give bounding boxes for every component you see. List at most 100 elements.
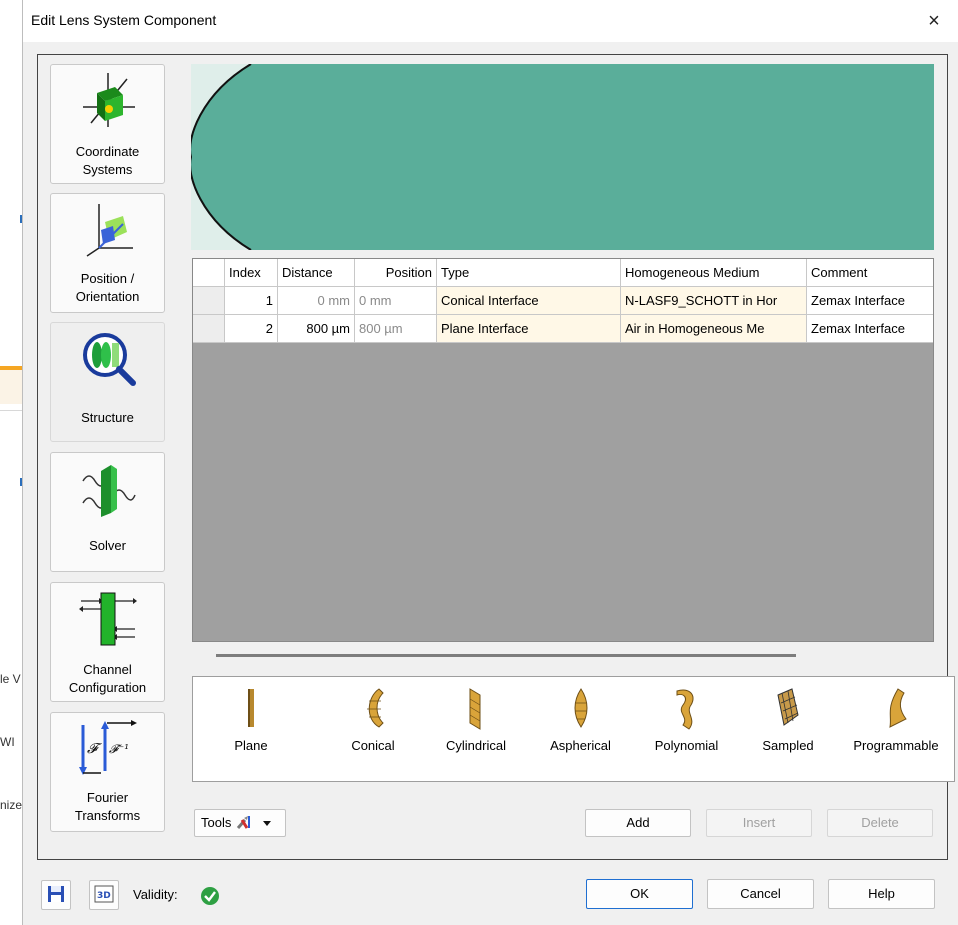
column-header[interactable]: Distance — [278, 259, 355, 287]
table-row[interactable]: 1 0 mm 0 mm Conical Interface N-LASF9_SC… — [193, 287, 933, 315]
chevron-down-icon — [262, 821, 271, 826]
cell-position: 800 µm — [355, 315, 437, 343]
insert-button[interactable]: Insert — [706, 809, 812, 837]
add-button[interactable]: Add — [585, 809, 691, 837]
fourier-transforms-icon: 𝓕 𝓕⁻¹ — [79, 720, 137, 775]
3d-view-icon: 3D — [94, 885, 114, 903]
cell-type[interactable]: Plane Interface — [437, 315, 621, 343]
background-selected-band — [0, 370, 22, 404]
nav-channel-configuration[interactable]: Channel Configuration — [50, 582, 165, 702]
channel-configuration-icon — [79, 592, 137, 646]
nav-label: Channel — [83, 662, 132, 677]
horizontal-scrollbar-thumb[interactable] — [216, 654, 796, 657]
cylindrical-surface-icon — [469, 688, 481, 730]
nav-coordinate-systems[interactable]: Coordinate Systems — [50, 64, 165, 184]
programmable-surface-icon — [889, 688, 907, 728]
background-text: le V — [0, 672, 21, 686]
title-bar[interactable]: Edit Lens System Component × — [23, 0, 958, 42]
background-text: nize — [0, 798, 22, 812]
row-selector[interactable] — [193, 287, 225, 315]
surface-plane[interactable]: Plane — [221, 677, 281, 781]
cell-distance[interactable]: 800 µm — [278, 315, 355, 343]
cell-medium[interactable]: Air in Homogeneous Me — [621, 315, 807, 343]
nav-solver[interactable]: Solver — [50, 452, 165, 572]
nav-label: Coordinate — [75, 144, 140, 159]
table-header: Index Distance Position Type Homogeneous… — [193, 259, 933, 287]
surface-label: Sampled — [762, 738, 814, 753]
tools-menu-button[interactable]: Tools — [194, 809, 286, 837]
surface-label: Conical — [351, 738, 395, 753]
nav-position-orientation[interactable]: Position / Orientation — [50, 193, 165, 313]
cell-comment[interactable]: Zemax Interface — [807, 287, 933, 315]
row-header-corner — [193, 259, 225, 287]
inverse-fourier-symbol: 𝓕⁻¹ — [109, 742, 129, 756]
svg-text:3D: 3D — [97, 891, 111, 901]
save-icon — [48, 886, 64, 902]
solver-icon — [82, 465, 136, 517]
fourier-symbol: 𝓕 — [87, 741, 102, 757]
coordinate-systems-icon — [83, 73, 135, 127]
category-nav: Coordinate Systems Position / Orientatio… — [46, 62, 169, 856]
save-button[interactable] — [41, 880, 71, 910]
surface-programmable[interactable]: Programmable — [837, 677, 955, 781]
conical-surface-icon — [367, 688, 384, 728]
lens-shape — [191, 64, 934, 250]
cell-index: 1 — [225, 287, 278, 315]
dialog-title: Edit Lens System Component — [31, 12, 217, 28]
valid-check-icon — [201, 887, 219, 905]
surface-label: Cylindrical — [446, 738, 506, 753]
validity-label: Validity: — [133, 887, 178, 902]
cell-position: 0 mm — [355, 287, 437, 315]
background-divider — [0, 410, 22, 411]
position-orientation-icon — [86, 204, 133, 257]
row-selector[interactable] — [193, 315, 225, 343]
surface-cylindrical[interactable]: Cylindrical — [431, 677, 521, 781]
column-header[interactable]: Comment — [807, 259, 933, 287]
surface-label: Programmable — [853, 738, 939, 753]
plane-surface-icon — [248, 689, 254, 727]
table-row[interactable]: 2 800 µm 800 µm Plane Interface Air in H… — [193, 315, 933, 343]
surface-label: Plane — [234, 738, 268, 753]
nav-label: Position / — [80, 271, 135, 286]
polynomial-surface-icon — [676, 689, 694, 730]
edit-lens-dialog: Edit Lens System Component × Coordinate … — [22, 0, 958, 925]
cell-distance[interactable]: 0 mm — [278, 287, 355, 315]
tools-label: Tools — [201, 815, 232, 830]
cell-type[interactable]: Conical Interface — [437, 287, 621, 315]
background-text: WI — [0, 735, 15, 749]
nav-label: Solver — [89, 538, 126, 553]
surface-aspherical[interactable]: Aspherical — [533, 677, 628, 781]
column-header[interactable]: Type — [437, 259, 621, 287]
surface-conical[interactable]: Conical — [333, 677, 413, 781]
view-3d-button[interactable]: 3D — [89, 880, 119, 910]
surface-type-palette: Plane Conical Cylindrical Aspherical Pol… — [192, 676, 955, 782]
tools-icon — [236, 816, 250, 829]
nav-fourier-transforms[interactable]: 𝓕 𝓕⁻¹ Fourier Transforms — [50, 712, 165, 832]
aspherical-surface-icon — [574, 688, 587, 728]
nav-structure[interactable]: Structure — [50, 322, 165, 442]
dialog-footer: 3D Validity: OK Cancel Help — [23, 870, 958, 925]
column-header[interactable]: Homogeneous Medium — [621, 259, 807, 287]
lens-preview — [191, 64, 934, 250]
help-button[interactable]: Help — [828, 879, 935, 909]
ok-button[interactable]: OK — [586, 879, 693, 909]
close-icon[interactable]: × — [921, 8, 947, 34]
nav-label: Systems — [82, 162, 133, 177]
cancel-button[interactable]: Cancel — [707, 879, 814, 909]
surface-sampled[interactable]: Sampled — [753, 677, 823, 781]
surface-polynomial[interactable]: Polynomial — [639, 677, 734, 781]
cell-medium[interactable]: N-LASF9_SCHOTT in Hor — [621, 287, 807, 315]
nav-label: Orientation — [75, 289, 140, 304]
cell-index: 2 — [225, 315, 278, 343]
nav-label: Structure — [81, 410, 134, 425]
cell-comment[interactable]: Zemax Interface — [807, 315, 933, 343]
surface-label: Polynomial — [654, 738, 719, 753]
column-header[interactable]: Position — [355, 259, 437, 287]
nav-label: Configuration — [68, 680, 147, 695]
surface-table: Index Distance Position Type Homogeneous… — [192, 258, 934, 642]
surface-label: Aspherical — [550, 738, 611, 753]
column-header[interactable]: Index — [225, 259, 278, 287]
nav-label: Transforms — [74, 808, 141, 823]
nav-label: Fourier — [86, 790, 129, 805]
delete-button[interactable]: Delete — [827, 809, 933, 837]
